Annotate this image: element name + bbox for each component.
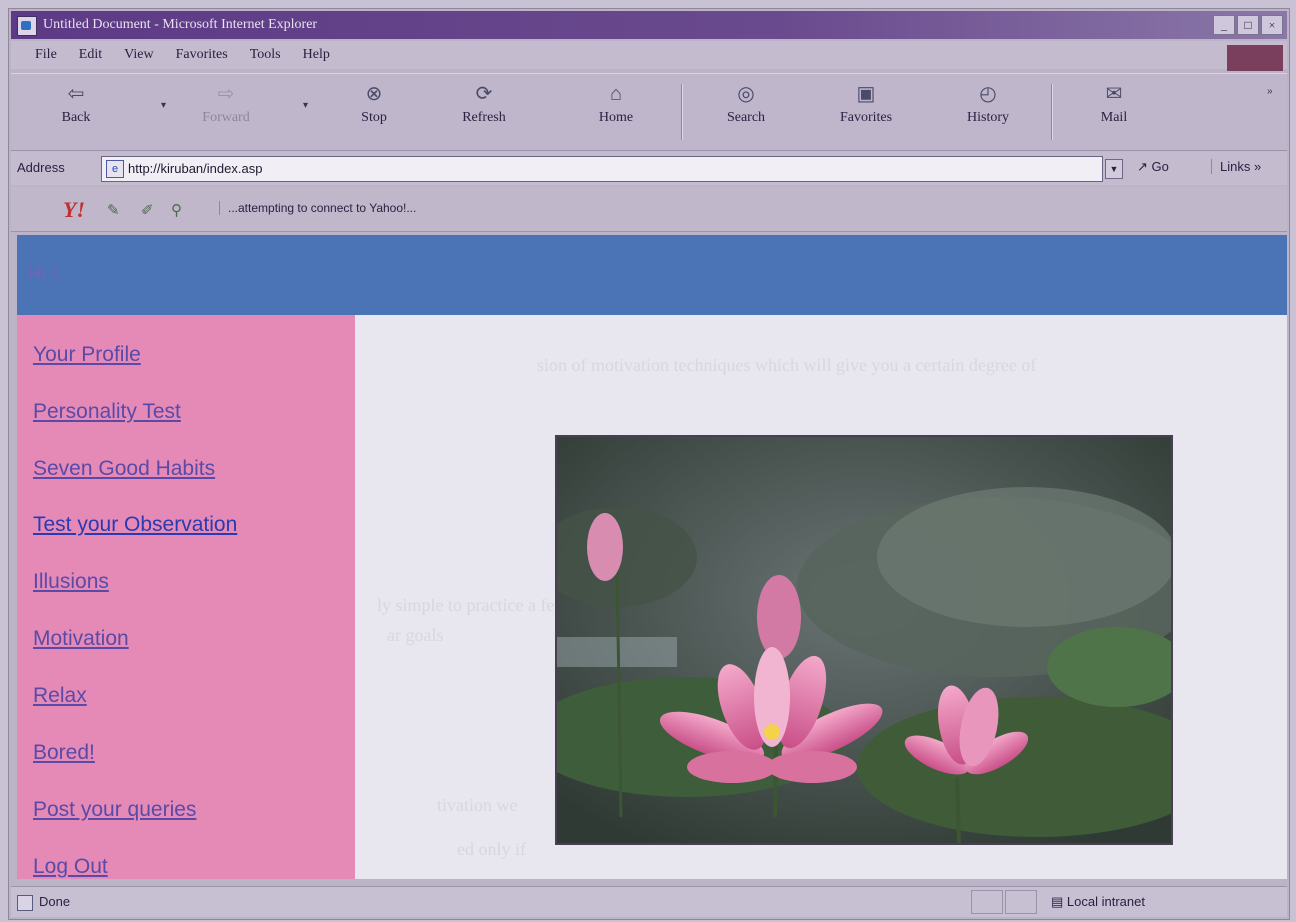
address-bar: Address e http://kiruban/index.asp ▼ ↗ G… xyxy=(11,151,1287,185)
standard-toolbar: ⇦ Back ▾ ⇨ Forward ▾ ⊗ Stop ⟳ Refresh ⌂ … xyxy=(11,73,1287,151)
maximize-button[interactable]: □ xyxy=(1237,15,1259,35)
windows-logo-throbber xyxy=(1227,45,1283,71)
nav-illusions[interactable]: Illusions xyxy=(33,570,109,594)
history-icon: ◴ xyxy=(979,83,997,105)
address-input[interactable]: e http://kiruban/index.asp xyxy=(101,156,1103,182)
browser-window: Untitled Document - Microsoft Internet E… xyxy=(8,8,1290,920)
stop-icon: ⊗ xyxy=(365,83,383,105)
stop-button[interactable]: ⊗ Stop xyxy=(329,80,419,144)
nav-log-out[interactable]: Log Out xyxy=(33,855,108,879)
page-icon: e xyxy=(106,160,124,178)
nav-bored[interactable]: Bored! xyxy=(33,741,95,765)
toolbar-overflow-chevron-icon[interactable]: » xyxy=(1267,86,1273,97)
forward-arrow-icon: ⇨ xyxy=(217,83,235,105)
yahoo-logo[interactable]: Y! xyxy=(63,197,85,223)
status-done: Done xyxy=(17,894,70,911)
body-text-line: ed only if xyxy=(457,839,526,859)
nav-motivation[interactable]: Motivation xyxy=(33,627,129,651)
menu-file[interactable]: File xyxy=(35,47,57,63)
menu-tools[interactable]: Tools xyxy=(250,47,281,63)
menu-favorites[interactable]: Favorites xyxy=(176,47,228,63)
security-zone: ▤ Local intranet xyxy=(1051,894,1145,909)
nav-seven-good-habits[interactable]: Seven Good Habits xyxy=(33,457,215,481)
left-navigation: Your Profile Personality Test Seven Good… xyxy=(17,315,355,879)
menu-help[interactable]: Help xyxy=(303,47,330,63)
status-panel xyxy=(1005,890,1037,914)
greeting: Hi !, xyxy=(27,263,63,285)
yahoo-status-text: ...attempting to connect to Yahoo!... xyxy=(219,201,416,215)
pin-icon[interactable]: ⚲ xyxy=(171,201,182,219)
go-button[interactable]: ↗ Go xyxy=(1137,159,1169,175)
nav-personality-test[interactable]: Personality Test xyxy=(33,400,181,424)
back-arrow-icon: ⇦ xyxy=(67,83,85,105)
refresh-icon: ⟳ xyxy=(475,83,493,105)
home-icon: ⌂ xyxy=(609,83,622,105)
nav-your-profile[interactable]: Your Profile xyxy=(33,343,141,367)
title-bar: Untitled Document - Microsoft Internet E… xyxy=(11,11,1287,39)
status-bar: Done ▤ Local intranet xyxy=(11,886,1287,917)
close-button[interactable]: × xyxy=(1261,15,1283,35)
menu-view[interactable]: View xyxy=(124,47,153,63)
menu-bar: File Edit View Favorites Tools Help xyxy=(11,41,1287,69)
window-controls: _ □ × xyxy=(1213,15,1283,35)
favorites-button[interactable]: ▣ Favorites xyxy=(821,80,911,144)
back-dropdown-chevron-icon[interactable]: ▾ xyxy=(161,100,166,111)
lotus-image xyxy=(557,437,1171,843)
toolbar-separator xyxy=(681,84,683,140)
nav-post-your-queries[interactable]: Post your queries xyxy=(33,798,196,822)
back-button[interactable]: ⇦ Back xyxy=(31,80,121,144)
nav-relax[interactable]: Relax xyxy=(33,684,87,708)
menu-edit[interactable]: Edit xyxy=(79,47,102,63)
toolbar-separator xyxy=(1051,84,1053,140)
body-text-line: sion of motivation techniques which will… xyxy=(537,355,1037,375)
address-dropdown-icon[interactable]: ▼ xyxy=(1105,159,1123,179)
pencil-icon[interactable]: ✎ xyxy=(107,201,120,219)
page-content: Hi !, Your Profile Personality Test Seve… xyxy=(17,235,1287,879)
status-panel xyxy=(971,890,1003,914)
green-note-icon[interactable]: ✐ xyxy=(141,201,154,219)
search-globe-icon: ◎ xyxy=(737,83,755,105)
mail-icon: ✉ xyxy=(1105,83,1123,105)
mail-button[interactable]: ✉ Mail xyxy=(1069,80,1159,144)
lotus-photo xyxy=(555,435,1173,845)
favorites-folder-icon: ▣ xyxy=(856,83,876,105)
header-banner: Hi !, xyxy=(17,235,1287,315)
body-text-line: tivation we xyxy=(437,795,518,815)
history-button[interactable]: ◴ History xyxy=(943,80,1033,144)
forward-dropdown-chevron-icon[interactable]: ▾ xyxy=(303,100,308,111)
nav-test-your-observation[interactable]: Test your Observation xyxy=(33,513,237,537)
links-button[interactable]: Links » xyxy=(1211,159,1261,174)
body-text-line: ar goals xyxy=(387,625,444,645)
search-button[interactable]: ◎ Search xyxy=(701,80,791,144)
yahoo-companion-bar: Y! ✎ ✐ ⚲ ...attempting to connect to Yah… xyxy=(11,187,1287,232)
address-url: http://kiruban/index.asp xyxy=(128,161,263,176)
minimize-button[interactable]: _ xyxy=(1213,15,1235,35)
window-title: Untitled Document - Microsoft Internet E… xyxy=(43,17,318,32)
home-button[interactable]: ⌂ Home xyxy=(571,80,661,144)
page-done-icon xyxy=(17,894,33,911)
address-label: Address xyxy=(17,160,65,175)
forward-button[interactable]: ⇨ Forward xyxy=(181,80,271,144)
refresh-button[interactable]: ⟳ Refresh xyxy=(439,80,529,144)
ie-app-icon[interactable] xyxy=(17,16,37,36)
